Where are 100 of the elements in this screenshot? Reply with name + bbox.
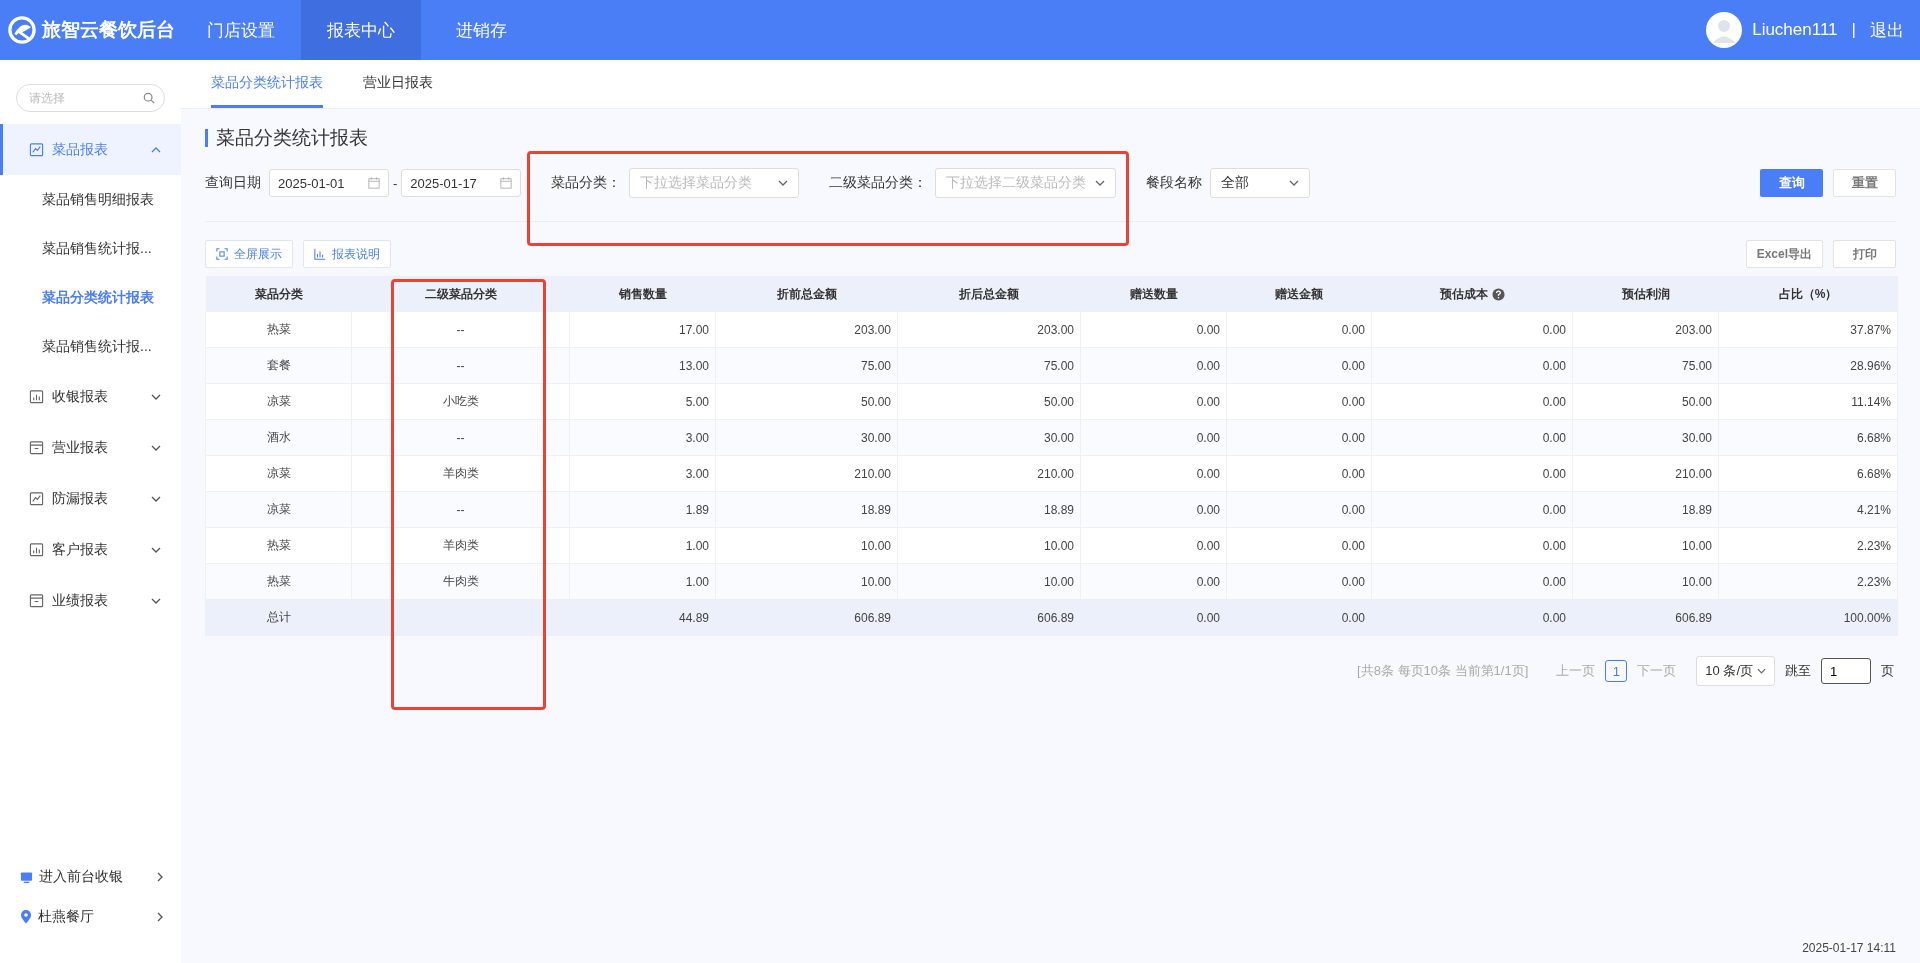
table-cell: 0.00 bbox=[1371, 455, 1573, 492]
total-label: 总计 bbox=[205, 599, 352, 636]
sidebar-link[interactable]: 进入前台收银 bbox=[0, 857, 181, 897]
page-input[interactable]: 1 bbox=[1821, 658, 1871, 684]
total-cell: 44.89 bbox=[569, 599, 716, 636]
column-header: 赠送金额 bbox=[1226, 276, 1372, 312]
column-header: 预估利润 bbox=[1572, 276, 1719, 312]
column-header: 折后总金额 bbox=[897, 276, 1081, 312]
app-title: 旅智云餐饮后台 bbox=[42, 18, 175, 42]
table-cell: 0.00 bbox=[1080, 347, 1227, 384]
toolbar-button[interactable]: 全屏展示 bbox=[205, 240, 293, 268]
location-pin-icon bbox=[20, 910, 32, 924]
table-cell: 4.21% bbox=[1718, 491, 1898, 528]
table-cell: 50.00 bbox=[715, 383, 898, 420]
table-cell: 0.00 bbox=[1226, 563, 1372, 600]
table-cell: 0.00 bbox=[1226, 383, 1372, 420]
report-tab[interactable]: 营业日报表 bbox=[363, 60, 433, 108]
timestamp: 2025-01-17 14:11 bbox=[1801, 941, 1896, 955]
nav-tab[interactable]: 报表中心 bbox=[301, 0, 421, 60]
sidebar-group[interactable]: 收银报表 bbox=[0, 371, 181, 422]
pagination-summary: [共8条 每页10条 当前第1/1页] bbox=[1357, 662, 1529, 680]
table-cell: 50.00 bbox=[1572, 383, 1719, 420]
chevron-icon bbox=[151, 146, 161, 153]
sidebar-item[interactable]: 菜品销售统计报... bbox=[0, 224, 181, 273]
date-field[interactable]: 2025-01-01 bbox=[269, 169, 389, 197]
jump-label: 跳至 bbox=[1785, 662, 1811, 680]
sidebar-link[interactable]: 杜燕餐厅 bbox=[0, 897, 181, 937]
meal-period-select[interactable]: 全部 bbox=[1210, 168, 1311, 198]
column-header: 菜品分类 bbox=[205, 276, 352, 312]
table-cell: 2.23% bbox=[1718, 563, 1898, 600]
date-field[interactable]: 2025-01-17 bbox=[401, 169, 522, 197]
column-header: 赠送数量 bbox=[1080, 276, 1227, 312]
table-cell: 3.00 bbox=[569, 455, 716, 492]
table-cell: 0.00 bbox=[1371, 419, 1573, 456]
report-tab[interactable]: 菜品分类统计报表 bbox=[211, 60, 323, 108]
filter-label: 查询日期 bbox=[205, 174, 261, 192]
table-cell: -- bbox=[351, 312, 570, 348]
table-cell: 28.96% bbox=[1718, 347, 1898, 384]
table-cell: 18.89 bbox=[715, 491, 898, 528]
chevron-icon bbox=[157, 872, 163, 882]
query-button[interactable]: 查询 bbox=[1760, 169, 1823, 197]
table-cell: 10.00 bbox=[715, 563, 898, 600]
table-cell: 210.00 bbox=[897, 455, 1081, 492]
reset-button[interactable]: 重置 bbox=[1833, 169, 1896, 197]
table-cell: 0.00 bbox=[1080, 419, 1227, 456]
table-cell: 17.00 bbox=[569, 312, 716, 348]
table-cell: 203.00 bbox=[715, 312, 898, 348]
table-cell: 75.00 bbox=[715, 347, 898, 384]
table-cell: 0.00 bbox=[1226, 455, 1372, 492]
table-cell: 10.00 bbox=[1572, 563, 1719, 600]
total-cell: 0.00 bbox=[1080, 599, 1227, 636]
column-header: 占比（%） bbox=[1718, 276, 1898, 312]
table-cell: 10.00 bbox=[1572, 527, 1719, 564]
report-icon bbox=[29, 593, 44, 608]
toolbar-button[interactable]: 打印 bbox=[1833, 240, 1896, 268]
table-cell: 11.14% bbox=[1718, 383, 1898, 420]
page-size-select[interactable]: 10 条/页 bbox=[1696, 656, 1775, 686]
table-cell: 30.00 bbox=[897, 419, 1081, 456]
table-cell: 0.00 bbox=[1226, 491, 1372, 528]
sidebar-item[interactable]: 菜品销售统计报... bbox=[0, 322, 181, 371]
sidebar-item[interactable]: 菜品分类统计报表 bbox=[0, 273, 181, 322]
sidebar-group[interactable]: 营业报表 bbox=[0, 422, 181, 473]
sidebar-group[interactable]: 客户报表 bbox=[0, 524, 181, 575]
table-cell: 2.23% bbox=[1718, 527, 1898, 564]
chevron-icon bbox=[151, 393, 161, 400]
table-cell: 凉菜 bbox=[205, 455, 352, 492]
total-cell: 0.00 bbox=[1226, 599, 1372, 636]
help-icon bbox=[1491, 287, 1505, 301]
table-cell: 75.00 bbox=[897, 347, 1081, 384]
filter-label: 二级菜品分类： bbox=[829, 174, 928, 192]
total-cell: 606.89 bbox=[1572, 599, 1719, 636]
nav-tab[interactable]: 进销存 bbox=[421, 0, 541, 60]
separator-text: | bbox=[1851, 20, 1856, 40]
chevron-icon bbox=[157, 912, 163, 922]
table-cell: 牛肉类 bbox=[351, 563, 570, 600]
toolbar-button[interactable]: Excel导出 bbox=[1745, 240, 1823, 268]
report-icon bbox=[29, 542, 44, 557]
sidebar-group[interactable]: 防漏报表 bbox=[0, 473, 181, 524]
table-cell: 18.89 bbox=[897, 491, 1081, 528]
table-cell: 75.00 bbox=[1572, 347, 1719, 384]
table-cell: 0.00 bbox=[1080, 491, 1227, 528]
logout-link[interactable]: 退出 bbox=[1870, 18, 1904, 42]
total-cell: 0.00 bbox=[1371, 599, 1573, 636]
sidebar-item[interactable]: 菜品销售明细报表 bbox=[0, 175, 181, 224]
range-separator: - bbox=[393, 175, 398, 191]
toolbar-button[interactable]: 报表说明 bbox=[303, 240, 391, 268]
nav-tab[interactable]: 门店设置 bbox=[181, 0, 301, 60]
page-number[interactable]: 1 bbox=[1605, 660, 1628, 682]
user-name: Liuchen111 bbox=[1752, 20, 1838, 40]
table-cell: 10.00 bbox=[897, 563, 1081, 600]
table-cell: 0.00 bbox=[1080, 455, 1227, 492]
avatar-icon[interactable] bbox=[1706, 12, 1743, 48]
table-cell: 羊肉类 bbox=[351, 527, 570, 564]
table-cell: 凉菜 bbox=[205, 491, 352, 528]
caret-icon bbox=[1757, 668, 1766, 674]
table-cell: 210.00 bbox=[715, 455, 898, 492]
sidebar-group[interactable]: 业绩报表 bbox=[0, 575, 181, 626]
sidebar-group[interactable]: 菜品报表 bbox=[0, 124, 181, 175]
column-header: 销售数量 bbox=[569, 276, 716, 312]
search-field[interactable]: 请选择 bbox=[16, 84, 165, 112]
